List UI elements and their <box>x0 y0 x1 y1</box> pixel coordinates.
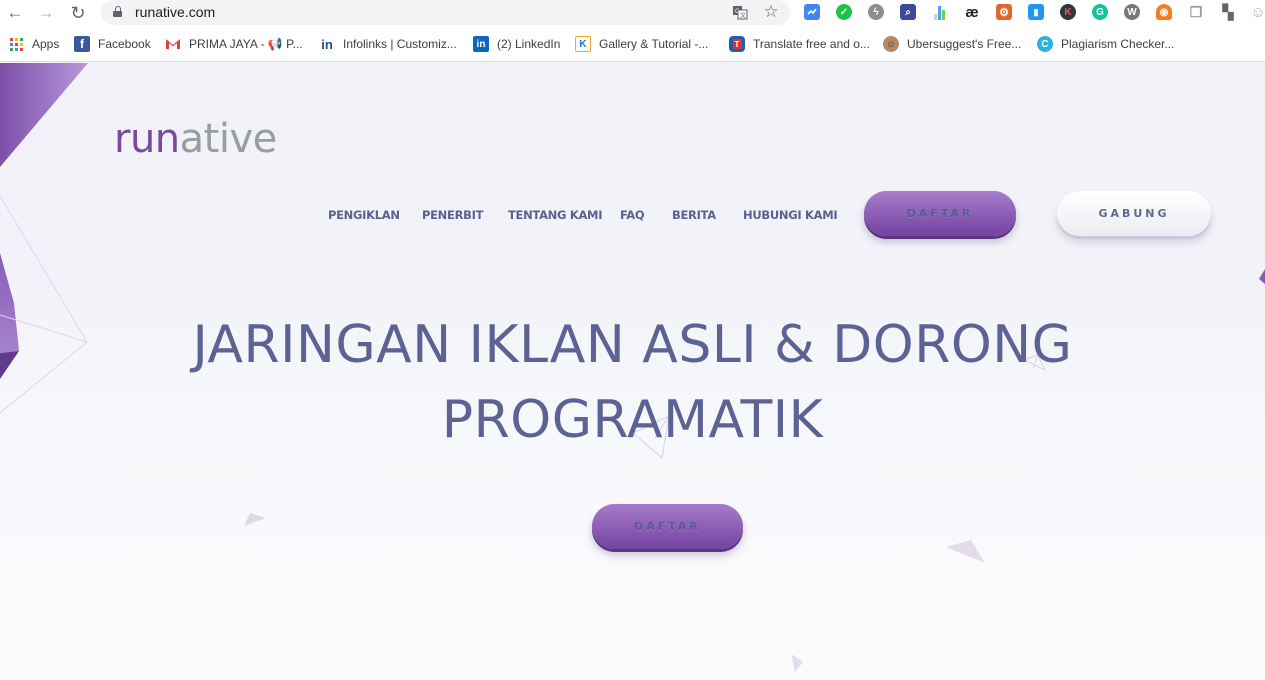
back-button[interactable]: ← <box>4 2 26 24</box>
header-daftar-button[interactable]: DAFTAR <box>864 191 1016 236</box>
extension-lightning-icon[interactable]: ϟ <box>868 4 884 20</box>
nav-penerbit[interactable]: PENERBIT <box>422 208 483 222</box>
extension-trash-icon[interactable]: ▮ <box>1028 4 1044 20</box>
ubersuggest-avatar-icon: ☺ <box>883 36 899 52</box>
forward-button[interactable]: → <box>35 2 57 24</box>
extension-orange-gear-icon[interactable]: ⚙ <box>996 4 1012 20</box>
bookmark-gallery-tutorial[interactable]: K Gallery & Tutorial -... <box>575 35 708 53</box>
extension-search-icon[interactable]: ⌕ <box>900 4 916 20</box>
bookmark-infolinks[interactable]: in Infolinks | Customiz... <box>319 35 457 53</box>
nav-hubungi-kami[interactable]: HUBUNGI KAMI <box>743 208 838 222</box>
nav-berita[interactable]: BERITA <box>672 208 716 222</box>
triangle-bottom <box>791 654 803 672</box>
browser-toolbar: ← → ↻ runative.com G文 ☆ ✓ ϟ ⌕ æ ⚙ ▮ K G … <box>0 0 1265 26</box>
bookmark-plagiarism-checker[interactable]: C Plagiarism Checker... <box>1037 35 1174 53</box>
hero-title-line1: JARINGAN IKLAN ASLI & DORONG <box>192 315 1073 375</box>
extension-grammarly-icon[interactable]: G <box>1092 4 1108 20</box>
extension-robot-icon[interactable]: ◉ <box>1156 4 1172 20</box>
extension-wordpress-icon[interactable]: W <box>1124 4 1140 20</box>
extension-bar-chart-icon[interactable] <box>932 4 948 20</box>
purple-shard-right <box>1259 269 1265 284</box>
infolinks-icon: in <box>321 36 333 52</box>
bookmark-apps[interactable]: Apps <box>8 35 59 53</box>
bookmark-linkedin[interactable]: in (2) LinkedIn <box>473 35 560 53</box>
svg-text:文: 文 <box>740 12 746 20</box>
extension-checkmark-blue-icon[interactable] <box>804 4 820 20</box>
reload-button[interactable]: ↻ <box>67 2 89 24</box>
arrow-left-icon: ← <box>6 3 24 22</box>
linkedin-icon: in <box>473 36 489 52</box>
nav-tentang-kami[interactable]: TENTANG KAMI <box>508 208 602 222</box>
extension-face-icon[interactable]: ☺ <box>1250 4 1265 21</box>
url-text[interactable]: runative.com <box>135 4 215 20</box>
extension-green-check-icon[interactable]: ✓ <box>836 4 852 20</box>
purple-shard-top <box>0 63 88 167</box>
arrow-right-icon: → <box>37 3 55 22</box>
translate-shield-icon: T <box>729 36 745 52</box>
gmail-icon <box>165 36 181 52</box>
bookmark-star-icon[interactable]: ☆ <box>762 2 780 21</box>
runative-homepage: runative PENGIKLAN PENERBIT TENTANG KAMI… <box>0 63 1265 680</box>
triangle-left <box>244 513 266 526</box>
nav-pengiklan[interactable]: PENGIKLAN <box>328 208 400 222</box>
address-bar[interactable]: runative.com G文 ☆ <box>101 0 790 25</box>
nav-faq[interactable]: FAQ <box>620 208 645 222</box>
extension-ae-icon[interactable]: æ <box>964 4 980 21</box>
translate-icon[interactable]: G文 <box>731 3 749 21</box>
bookmark-facebook[interactable]: f Facebook <box>74 35 151 53</box>
runative-logo[interactable]: runative <box>114 119 277 159</box>
hero-daftar-button[interactable]: DAFTAR <box>592 504 743 549</box>
triangle-right <box>946 540 985 563</box>
facebook-icon: f <box>74 36 90 52</box>
reload-icon: ↻ <box>70 2 86 23</box>
apps-grid-icon <box>8 36 24 52</box>
plagiarism-checker-icon: C <box>1037 36 1053 52</box>
bookmark-translate[interactable]: T Translate free and o... <box>729 35 870 53</box>
gallery-k-icon: K <box>575 36 591 52</box>
hero-title-line2: PROGRAMATIK <box>441 390 824 450</box>
extension-copy-icon[interactable]: ❐ <box>1188 4 1204 20</box>
extension-k-icon[interactable]: K <box>1060 4 1076 20</box>
extension-blocks-icon[interactable]: ▚ <box>1220 4 1236 20</box>
header-gabung-button[interactable]: GABUNG <box>1057 191 1211 236</box>
lock-icon <box>113 6 122 17</box>
bookmarks-bar: Apps f Facebook PRIMA JAYA - 📢 P... in I… <box>0 26 1265 62</box>
bookmark-prima-jaya[interactable]: PRIMA JAYA - 📢 P... <box>165 35 303 53</box>
bookmark-ubersuggest[interactable]: ☺ Ubersuggest's Free... <box>883 35 1021 53</box>
